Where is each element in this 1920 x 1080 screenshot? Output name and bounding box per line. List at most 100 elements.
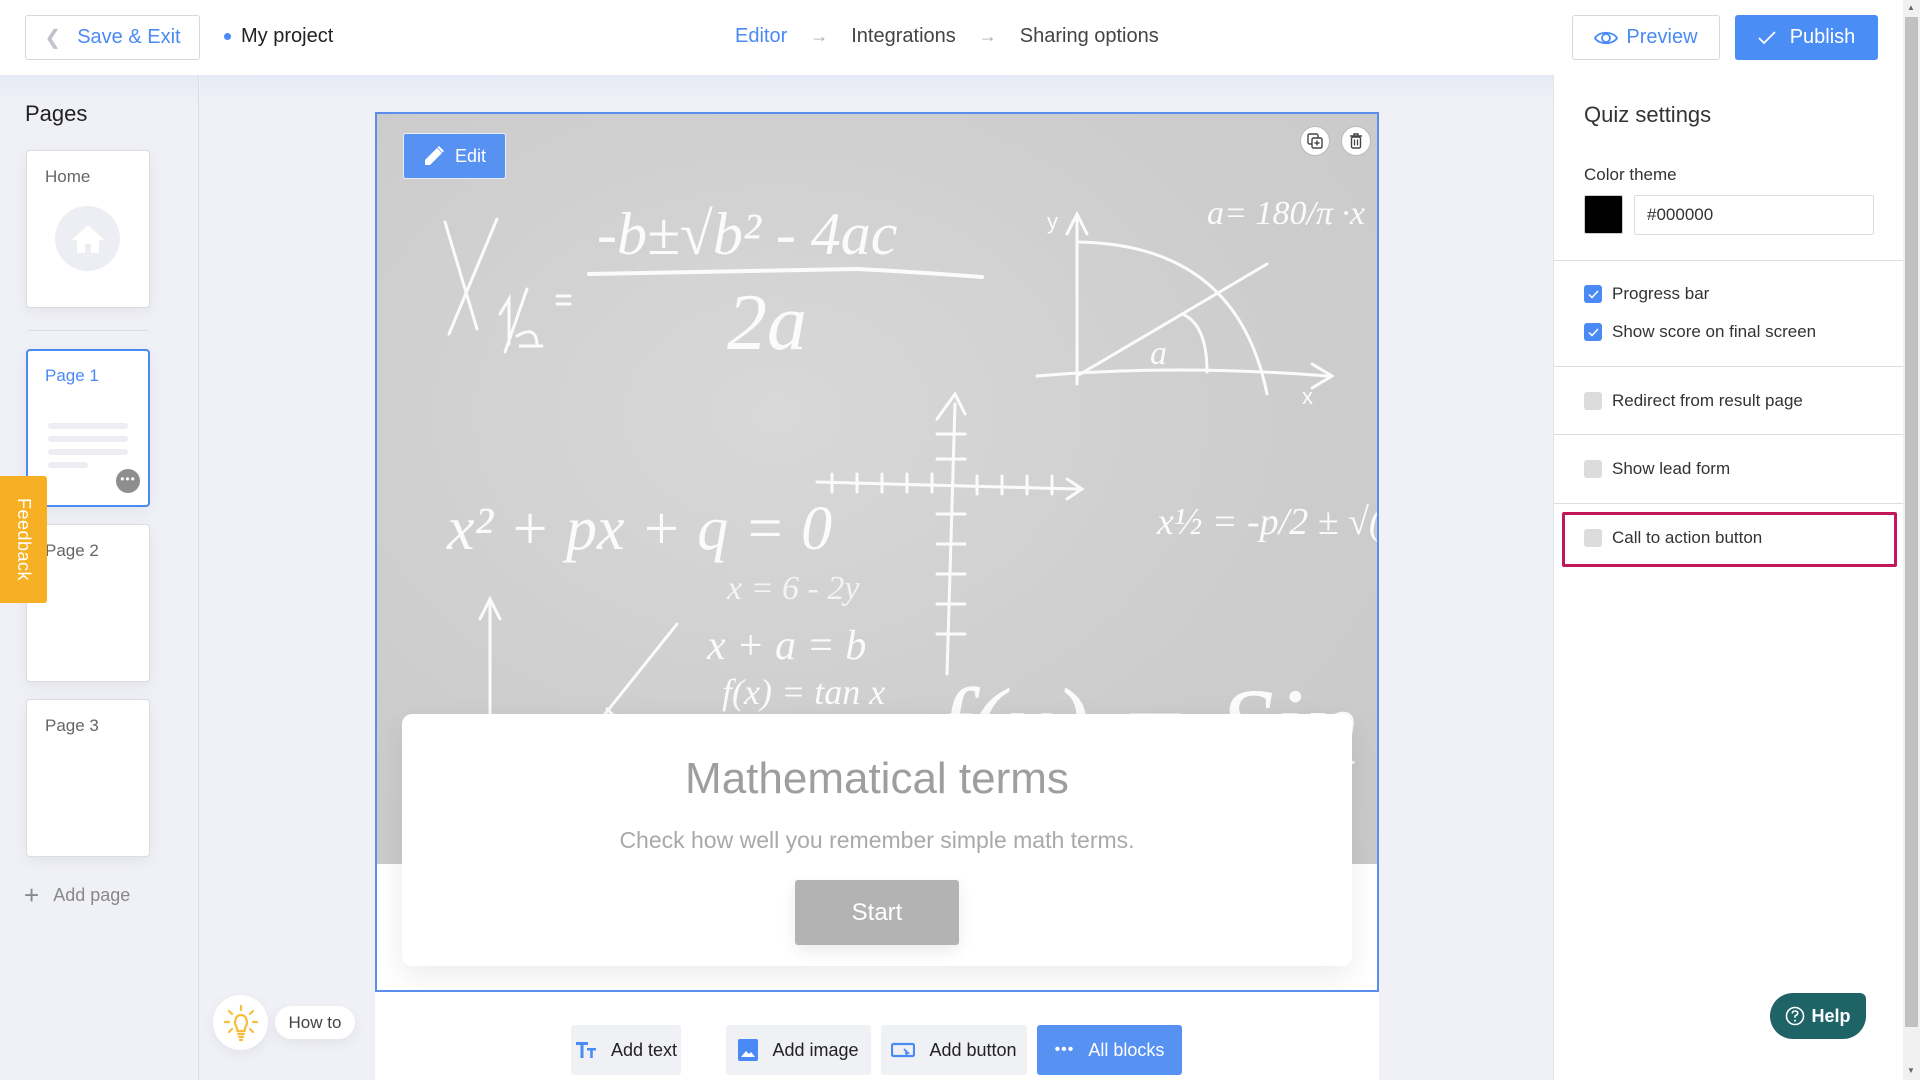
quiz-page-frame[interactable]: -b±√b² - 4ac 2a y x a a= 180/π ·x x² + p… bbox=[375, 112, 1379, 992]
step-integrations[interactable]: Integrations bbox=[851, 25, 956, 48]
page-card-label: Page 2 bbox=[45, 541, 99, 560]
page-scrollbar[interactable]: ▲ ▼ bbox=[1903, 0, 1920, 1080]
add-button-button[interactable]: Add button bbox=[881, 1025, 1027, 1075]
svg-text:x + a = b: x + a = b bbox=[706, 623, 866, 669]
page-thumbnail bbox=[48, 423, 128, 475]
publish-button[interactable]: Publish bbox=[1735, 15, 1878, 60]
settings-title: Quiz settings bbox=[1584, 102, 1712, 127]
svg-text:-b±√b² - 4ac: -b±√b² - 4ac bbox=[597, 201, 897, 267]
project-name[interactable]: My project bbox=[224, 25, 333, 48]
preview-label: Preview bbox=[1626, 26, 1698, 48]
delete-page-button[interactable] bbox=[1341, 126, 1371, 156]
scrollbar-thumb[interactable] bbox=[1905, 17, 1918, 1027]
color-theme-input[interactable] bbox=[1634, 195, 1874, 235]
add-image-label: Add image bbox=[772, 1039, 859, 1060]
svg-text:x½ = -p/2 ± √(p/2)² - q: x½ = -p/2 ± √(p/2)² - q bbox=[1156, 501, 1377, 543]
svg-text:a= 180/π ·x: a= 180/π ·x bbox=[1207, 195, 1365, 232]
canvas-shade bbox=[200, 75, 1553, 105]
section-divider bbox=[1554, 503, 1904, 504]
project-name-text: My project bbox=[241, 25, 334, 47]
option-lead-form[interactable]: Show lead form bbox=[1584, 459, 1730, 479]
checkbox-unchecked-icon[interactable] bbox=[1584, 529, 1602, 547]
quiz-subtitle[interactable]: Check how well you remember simple math … bbox=[402, 827, 1352, 854]
eye-icon bbox=[1594, 31, 1619, 44]
feedback-tab[interactable]: Feedback bbox=[0, 476, 47, 603]
how-to-button[interactable]: How to bbox=[275, 1006, 355, 1039]
save-exit-label: Save & Exit bbox=[77, 26, 181, 48]
svg-text:x: x bbox=[1302, 384, 1313, 409]
add-page-label: Add page bbox=[53, 885, 131, 905]
edit-button[interactable]: Edit bbox=[403, 133, 506, 179]
add-text-label: Add text bbox=[610, 1039, 678, 1060]
trash-icon bbox=[1350, 133, 1362, 149]
section-divider bbox=[1554, 434, 1904, 435]
all-blocks-label: All blocks bbox=[1088, 1039, 1165, 1060]
option-call-to-action[interactable]: Call to action button bbox=[1584, 528, 1762, 548]
color-theme-label: Color theme bbox=[1584, 165, 1677, 184]
lightbulb-icon[interactable] bbox=[213, 995, 268, 1050]
option-label: Call to action button bbox=[1612, 528, 1763, 547]
page-card-page-3[interactable]: Page 3 bbox=[26, 699, 150, 857]
add-image-button[interactable]: Add image bbox=[726, 1025, 871, 1075]
add-text-button[interactable]: Add text bbox=[571, 1025, 681, 1075]
checkbox-unchecked-icon[interactable] bbox=[1584, 460, 1602, 478]
section-divider bbox=[1554, 260, 1904, 261]
step-nav: Editor → Integrations → Sharing options bbox=[735, 25, 1159, 48]
check-icon bbox=[1758, 30, 1776, 44]
add-page-button[interactable]: + Add page bbox=[24, 880, 130, 911]
intro-card: Mathematical terms Check how well you re… bbox=[402, 714, 1352, 966]
option-show-score[interactable]: Show score on final screen bbox=[1584, 322, 1816, 342]
pages-title: Pages bbox=[25, 101, 88, 126]
chevron-left-icon: ❮ bbox=[44, 27, 62, 49]
help-button[interactable]: Help bbox=[1770, 993, 1866, 1039]
save-exit-button[interactable]: ❮ Save & Exit bbox=[25, 15, 200, 60]
checkbox-checked-icon[interactable] bbox=[1584, 323, 1602, 341]
arrow-right-icon: → bbox=[978, 26, 997, 46]
step-sharing-options[interactable]: Sharing options bbox=[1020, 25, 1159, 48]
help-label: Help bbox=[1811, 1005, 1851, 1026]
quiz-title[interactable]: Mathematical terms bbox=[402, 754, 1352, 804]
quiz-settings-panel: Quiz settings Color theme Progress bar S… bbox=[1553, 75, 1904, 1080]
option-progress-bar[interactable]: Progress bar bbox=[1584, 284, 1709, 304]
block-toolbar bbox=[375, 992, 1379, 1080]
step-editor[interactable]: Editor bbox=[735, 25, 787, 48]
svg-text:y: y bbox=[1047, 209, 1058, 234]
text-icon bbox=[575, 1042, 596, 1058]
scroll-down-icon[interactable]: ▼ bbox=[1907, 1066, 1915, 1075]
checkbox-checked-icon[interactable] bbox=[1584, 285, 1602, 303]
option-redirect-result[interactable]: Redirect from result page bbox=[1584, 391, 1803, 411]
sidebar-divider bbox=[28, 330, 148, 331]
status-dot-icon bbox=[224, 33, 231, 40]
preview-button[interactable]: Preview bbox=[1572, 15, 1720, 60]
top-header: ❮ Save & Exit My project Editor → Integr… bbox=[0, 0, 1903, 75]
page-card-label: Page 3 bbox=[45, 716, 99, 735]
add-button-label: Add button bbox=[929, 1039, 1017, 1060]
svg-text:2a: 2a bbox=[727, 279, 807, 367]
scroll-up-icon[interactable]: ▲ bbox=[1907, 3, 1915, 12]
option-label: Show lead form bbox=[1612, 459, 1731, 478]
plus-icon: + bbox=[24, 880, 40, 910]
image-icon bbox=[738, 1039, 759, 1061]
all-blocks-button[interactable]: ••• All blocks bbox=[1037, 1025, 1182, 1075]
page-card-label: Home bbox=[45, 167, 91, 186]
svg-text:x = 6 - 2y: x = 6 - 2y bbox=[726, 570, 860, 607]
section-divider bbox=[1554, 366, 1904, 367]
start-button[interactable]: Start bbox=[795, 880, 959, 945]
svg-text:a: a bbox=[1150, 335, 1167, 372]
page-card-home[interactable]: Home bbox=[26, 150, 150, 308]
more-options-icon[interactable]: ••• bbox=[116, 469, 140, 493]
svg-text:x² + px + q = 0: x² + px + q = 0 bbox=[446, 495, 832, 563]
checkbox-unchecked-icon[interactable] bbox=[1584, 392, 1602, 410]
color-swatch[interactable] bbox=[1584, 195, 1623, 234]
duplicate-icon bbox=[1307, 133, 1323, 149]
duplicate-page-button[interactable] bbox=[1300, 126, 1330, 156]
option-label: Progress bar bbox=[1612, 284, 1710, 303]
option-label: Show score on final screen bbox=[1612, 322, 1817, 341]
option-label: Redirect from result page bbox=[1612, 391, 1803, 410]
page-card-label: Page 1 bbox=[45, 366, 99, 385]
arrow-right-icon: → bbox=[810, 26, 829, 46]
publish-label: Publish bbox=[1789, 26, 1856, 48]
button-icon bbox=[891, 1042, 916, 1058]
more-dots-icon: ••• bbox=[1054, 1041, 1075, 1058]
home-icon bbox=[55, 206, 120, 271]
